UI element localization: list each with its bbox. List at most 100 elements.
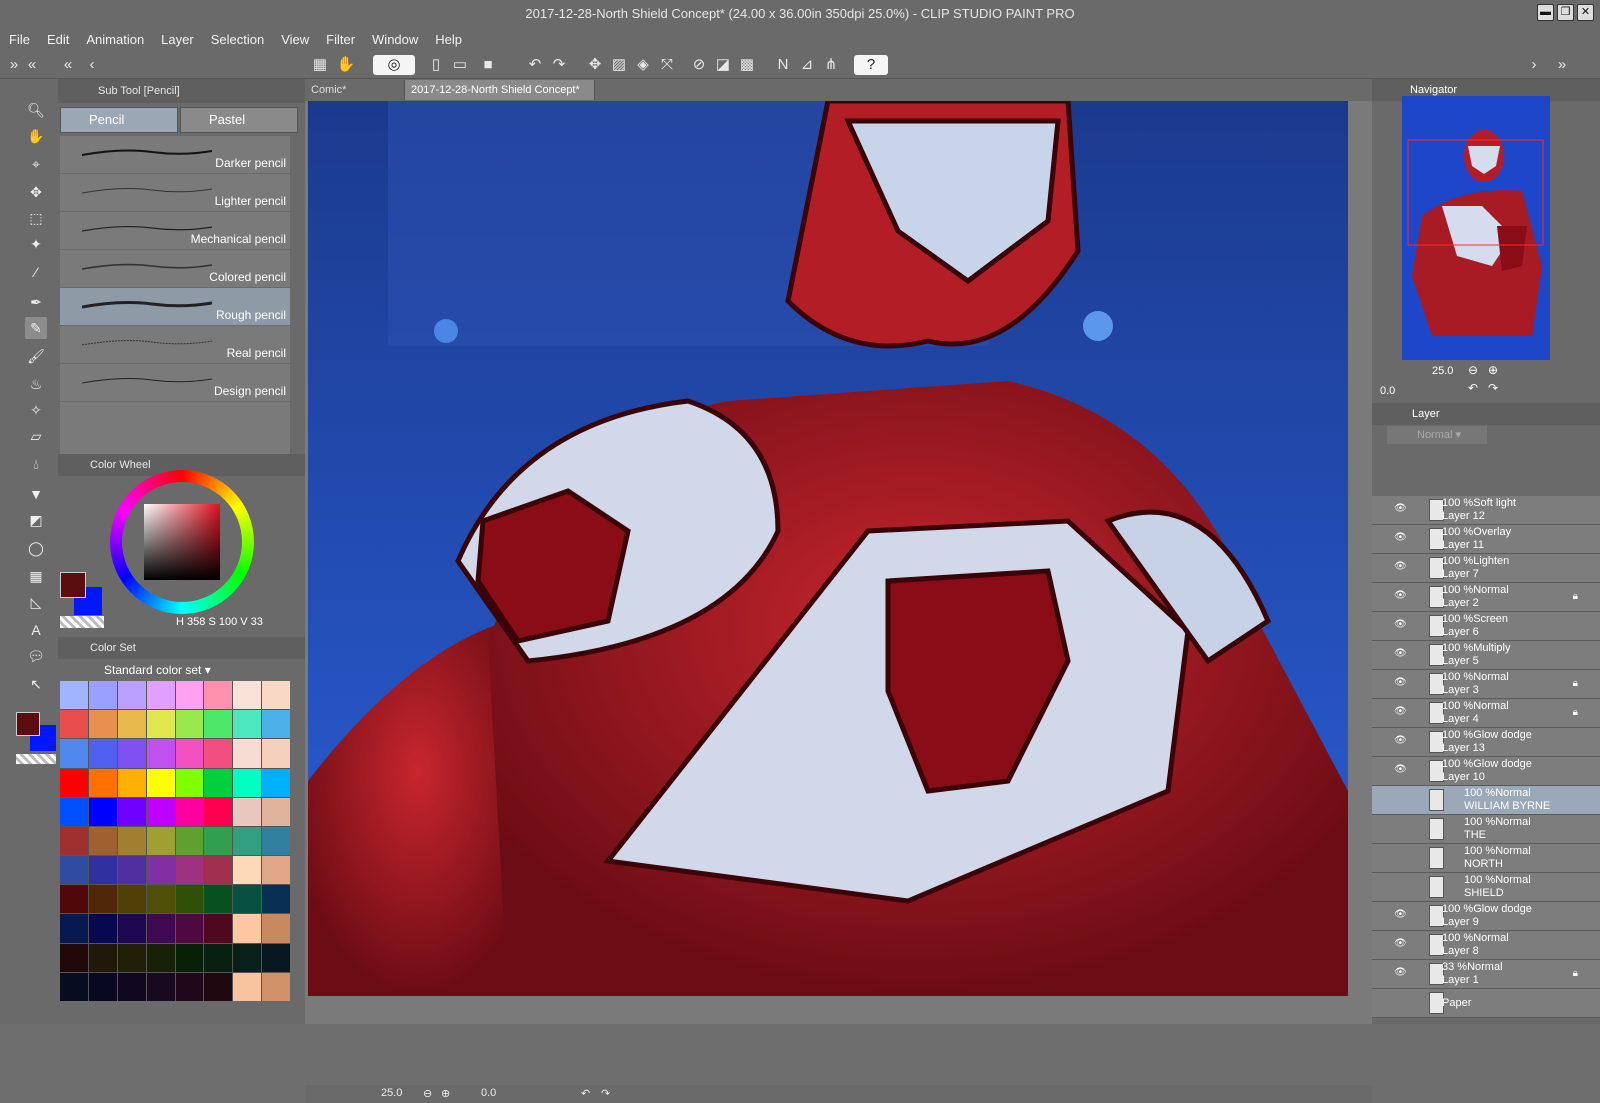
undo-icon[interactable]: ↶ [525,55,545,75]
menu-filter[interactable]: Filter [326,32,355,47]
color-swatch[interactable] [204,943,233,972]
color-swatch[interactable] [175,739,204,768]
rotate-right-icon[interactable]: ↷ [601,1087,610,1100]
eye-icon[interactable] [1394,793,1406,805]
list-item[interactable]: Real pencil [60,326,290,364]
color-swatch[interactable] [60,856,88,885]
color-swatch[interactable] [175,856,204,885]
rotate-right-icon[interactable]: ↷ [1488,381,1498,395]
lock-icon[interactable]: 🔒︎ [1573,591,1578,602]
color-swatch[interactable] [117,826,146,856]
collapse-left-icon[interactable]: » [4,55,24,75]
hue-value[interactable]: 358 [187,616,205,628]
navigator-zoom-value[interactable]: 25.0 [1432,365,1453,377]
tab-north-shield[interactable]: 2017-12-28-North Shield Concept* [405,80,595,100]
layer-row[interactable]: 100 %Normal THE [1372,815,1600,844]
menu-help[interactable]: Help [435,32,462,47]
layer-row[interactable]: 100 %Normal SHIELD [1372,873,1600,902]
list-item[interactable]: Mechanical pencil [60,212,290,250]
pen-icon[interactable]: ✒ [25,291,47,313]
color-swatch[interactable] [204,797,233,826]
snap-special-ruler-icon[interactable]: ⊿ [797,55,817,75]
eye-icon[interactable]: 👁︎ [1394,648,1407,660]
zoom-icon[interactable]: 🔍︎ [25,99,47,121]
color-swatch[interactable] [60,710,88,739]
color-swatch[interactable] [175,681,204,710]
auto-select-icon[interactable]: ✦ [25,233,47,255]
color-swatch[interactable] [262,739,290,768]
color-swatch[interactable] [233,768,262,797]
list-item[interactable]: Design pencil [60,364,290,402]
color-swatch[interactable] [146,681,175,710]
eye-icon[interactable]: 👁︎ [1394,967,1407,979]
color-swatch[interactable] [146,972,175,1001]
scale-icon[interactable]: ⤧ [657,55,677,75]
layer-row[interactable]: 👁︎ 33 %Normal Layer 1 🔒︎ [1372,960,1600,989]
color-swatch[interactable] [88,681,117,710]
menu-view[interactable]: View [281,32,309,47]
minimize-button[interactable]: ▬ [1537,4,1554,21]
snap-ruler-icon[interactable]: N [773,55,793,75]
layer-row[interactable]: 👁︎ 100 %Soft light Layer 12 [1372,496,1600,525]
color-swatch[interactable] [262,826,290,856]
color-swatch[interactable] [233,739,262,768]
color-swatch[interactable] [175,768,204,797]
invert-selection-icon[interactable]: ◪ [713,55,733,75]
layer-row[interactable]: 👁︎ 100 %Glow dodge Layer 13 [1372,728,1600,757]
color-swatch[interactable] [88,710,117,739]
color-swatch[interactable] [233,885,262,914]
color-swatch[interactable] [233,914,262,943]
color-swatch[interactable] [88,856,117,885]
color-swatch[interactable] [175,943,204,972]
artwork-canvas[interactable] [308,101,1348,996]
color-swatch[interactable] [88,943,117,972]
color-swatch[interactable] [146,914,175,943]
zoom-out-icon[interactable]: ⊖ [423,1087,432,1100]
color-set-dropdown[interactable]: Standard color set ▾ [60,661,260,679]
color-swatch[interactable] [146,856,175,885]
color-swatch[interactable] [60,739,88,768]
saturation-value[interactable]: 100 [219,616,237,628]
layer-row[interactable]: 100 %Normal WILLIAM BYRNE [1372,786,1600,815]
color-swatch[interactable] [60,914,88,943]
color-swatch[interactable] [262,681,290,710]
eye-icon[interactable]: 👁︎ [1394,706,1407,718]
gradient-icon[interactable]: ◩ [25,509,47,531]
color-swatch[interactable] [233,826,262,856]
list-item[interactable]: Rough pencil [60,288,290,326]
collapse-left-icon[interactable]: « [22,55,42,75]
layer-row[interactable]: 👁︎ 100 %Multiply Layer 5 [1372,641,1600,670]
menu-file[interactable]: File [9,32,30,47]
color-swatch[interactable] [204,856,233,885]
color-swatch[interactable] [60,943,88,972]
pencil-icon[interactable]: ✎ [25,317,47,339]
color-swatch[interactable] [262,768,290,797]
eye-icon[interactable]: 👁︎ [1394,677,1407,689]
layer-row[interactable]: 👁︎ 100 %Glow dodge Layer 9 [1372,902,1600,931]
fill-bucket-icon[interactable]: ▼ [25,483,47,505]
rotate-left-icon[interactable]: ↶ [581,1087,590,1100]
color-swatch[interactable] [60,972,88,1001]
collapse-right-icon[interactable]: » [1552,55,1572,75]
color-swatch[interactable] [146,885,175,914]
color-swatch[interactable] [117,768,146,797]
chevron-left-icon[interactable]: ‹ [82,55,102,75]
eye-icon[interactable] [1394,822,1406,834]
color-swatch[interactable] [262,914,290,943]
layer-row[interactable]: 100 %Normal NORTH [1372,844,1600,873]
saturation-value-square[interactable] [144,504,220,580]
eye-icon[interactable]: 👁︎ [1394,619,1407,631]
menu-animation[interactable]: Animation [86,32,144,47]
color-swatch[interactable] [88,885,117,914]
main-color-swatch[interactable] [16,712,40,736]
color-swatch[interactable] [88,739,117,768]
color-swatch[interactable] [117,739,146,768]
color-swatch[interactable] [262,710,290,739]
color-swatch[interactable] [233,797,262,826]
color-swatch[interactable] [204,710,233,739]
list-item[interactable]: Darker pencil [60,136,290,174]
eyedropper-icon[interactable]: ⁄ [25,261,47,283]
navigator-preview[interactable] [1402,96,1550,360]
color-swatch[interactable] [262,885,290,914]
color-swatch[interactable] [117,885,146,914]
